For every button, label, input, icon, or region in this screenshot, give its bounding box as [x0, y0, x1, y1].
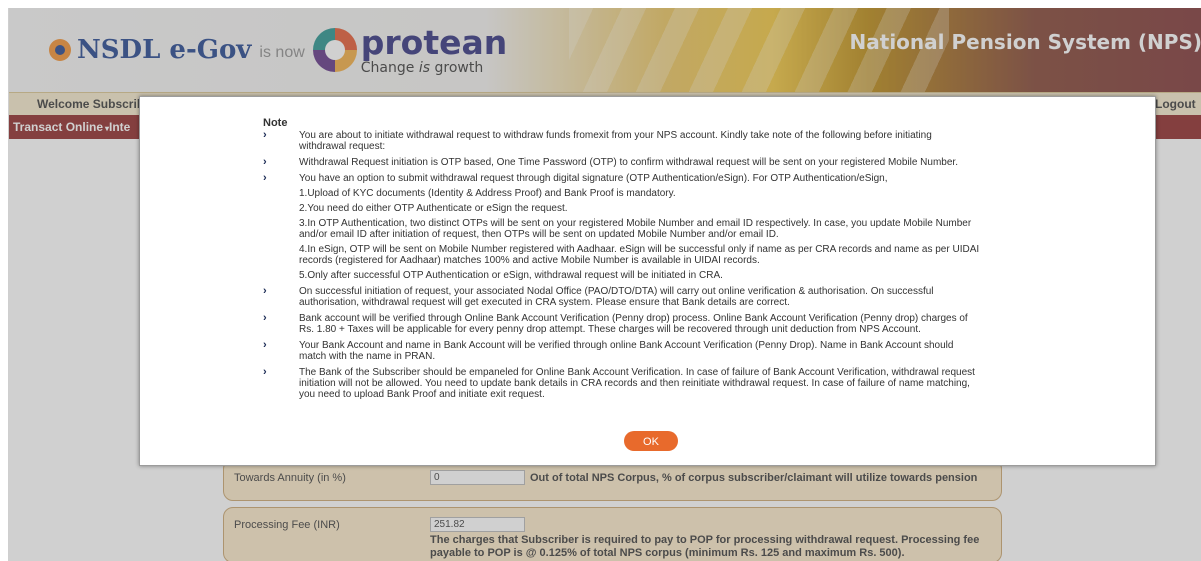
note-line: You have an option to submit withdrawal … — [299, 173, 888, 184]
note-line: You are about to initiate withdrawal req… — [299, 130, 932, 141]
ok-button[interactable]: OK — [624, 431, 678, 451]
note-line: On successful initiation of request, you… — [299, 286, 934, 297]
dialog-title: Note — [263, 117, 288, 129]
note-line: authorisation, withdrawal request will g… — [299, 297, 790, 308]
note-line: Your Bank Account and name in Bank Accou… — [299, 340, 954, 351]
chevron-right-icon: › — [263, 172, 267, 184]
browser-page: NSDL e-Gov is now protean Change is grow… — [8, 8, 1201, 561]
note-item: › You have an option to submit withdrawal… — [263, 172, 1075, 185]
note-item: › Withdrawal Request initiation is OTP ba… — [263, 156, 1075, 169]
chevron-right-icon: › — [263, 366, 267, 378]
note-subitem: 3.In OTP Authentication, two distinct OT… — [263, 218, 1075, 240]
chevron-right-icon: › — [263, 312, 267, 324]
note-line: 5.Only after successful OTP Authenticati… — [299, 270, 723, 281]
note-line: Bank account will be verified through On… — [299, 313, 968, 324]
note-item: › Your Bank Account and name in Bank Acco… — [263, 339, 1075, 363]
note-line: records (registered for Aadhaar) matches… — [299, 255, 760, 266]
note-list: › You are about to initiate withdrawal re… — [263, 130, 1075, 405]
note-line: withdrawal request: — [299, 141, 386, 152]
note-subitem: 4.In eSign, OTP will be sent on Mobile N… — [263, 244, 1075, 266]
note-line: initiation will not be allowed. You need… — [299, 378, 970, 389]
note-line: Withdrawal Request initiation is OTP bas… — [299, 157, 958, 168]
note-line: match with the name in PRAN. — [299, 351, 436, 362]
note-item: › Bank account will be verified through O… — [263, 312, 1075, 336]
note-dialog: Note › You are about to initiate withdraw… — [139, 96, 1156, 466]
chevron-right-icon: › — [263, 156, 267, 168]
note-subitem: 2.You need do either OTP Authenticate or… — [263, 203, 1075, 214]
note-line: you need to upload Bank Proof and initia… — [299, 389, 545, 400]
note-line: The Bank of the Subscriber should be emp… — [299, 367, 975, 378]
chevron-right-icon: › — [263, 129, 267, 141]
note-item: › The Bank of the Subscriber should be em… — [263, 366, 1075, 401]
note-subitem: 5.Only after successful OTP Authenticati… — [263, 270, 1075, 281]
note-line: 1.Upload of KYC documents (Identity & Ad… — [299, 188, 676, 199]
note-line: 4.In eSign, OTP will be sent on Mobile N… — [299, 244, 980, 255]
chevron-right-icon: › — [263, 339, 267, 351]
note-item: › On successful initiation of request, yo… — [263, 285, 1075, 309]
chevron-right-icon: › — [263, 285, 267, 297]
note-item: › You are about to initiate withdrawal re… — [263, 129, 1075, 153]
note-line: 3.In OTP Authentication, two distinct OT… — [299, 218, 972, 229]
note-line: and/or email ID after initiation of requ… — [299, 229, 779, 240]
note-subitem: 1.Upload of KYC documents (Identity & Ad… — [263, 188, 1075, 199]
note-line: 2.You need do either OTP Authenticate or… — [299, 203, 568, 214]
note-line: Rs. 1.80 + Taxes will be applicable for … — [299, 324, 921, 335]
